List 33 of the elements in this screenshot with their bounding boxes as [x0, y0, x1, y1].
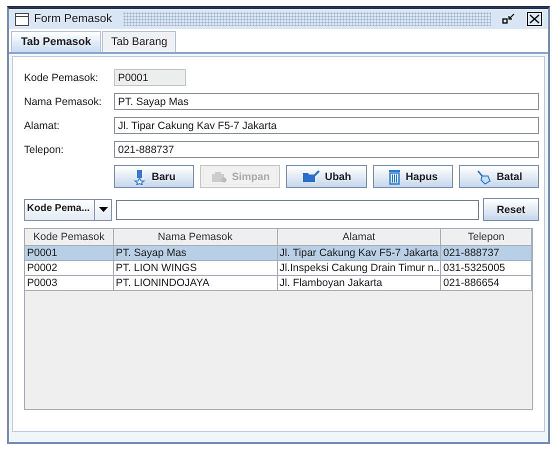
table-row[interactable]: P0001 PT. Sayap Mas Jl. Tipar Cakung Kav F5-7 Jakarta 021-888737: [25, 246, 532, 261]
table-cell: PT. LIONINDOJAYA: [114, 276, 278, 291]
field-label: Nama Pemasok:: [24, 96, 103, 108]
reset-button[interactable]: Reset: [483, 198, 539, 221]
table-cell: P0003: [25, 276, 114, 291]
search-field[interactable]: [116, 200, 479, 220]
field-label: Kode Pemasok:: [24, 72, 100, 84]
input-field[interactable]: 021-888737: [114, 141, 539, 158]
field-label: Alamat:: [24, 120, 61, 132]
tab[interactable]: Tab Barang: [102, 31, 176, 52]
action-button[interactable]: Batal: [458, 165, 540, 188]
dropdown-arrow-icon: [98, 207, 108, 212]
input-field[interactable]: PT. Sayap Mas: [114, 93, 539, 110]
field-label: Telepon:: [24, 144, 65, 156]
trash-icon: [388, 168, 401, 184]
action-button[interactable]: Baru: [114, 165, 194, 188]
input-field[interactable]: Jl. Tipar Cakung Kav F5-7 Jakarta: [114, 117, 539, 134]
column-dropdown[interactable]: Kode Pema...: [24, 198, 112, 220]
save-icon: [210, 170, 227, 182]
table-cell: Jl. Flamboyan Jakarta: [278, 276, 442, 291]
restore-icon[interactable]: [502, 13, 516, 25]
table-cell: 021-886654: [441, 276, 532, 291]
table-row[interactable]: P0002 PT. LION WINGS Jl.Inspeksi Cakung Drain Timur n...031-5325005: [25, 261, 532, 276]
broom-icon: [476, 168, 492, 184]
tab[interactable]: Tab Pemasok: [11, 31, 102, 52]
window-icon: [15, 12, 29, 26]
window-title: Form Pemasok: [34, 13, 112, 25]
close-icon[interactable]: [527, 12, 542, 26]
folder-icon: [302, 170, 320, 183]
table-row[interactable]: P0003 PT. LIONINDOJAYA Jl. Flamboyan Jakarta 021-886654: [25, 276, 532, 291]
pin-icon: [132, 168, 147, 184]
action-button[interactable]: Hapus: [372, 165, 453, 188]
action-button[interactable]: Ubah: [286, 165, 367, 188]
